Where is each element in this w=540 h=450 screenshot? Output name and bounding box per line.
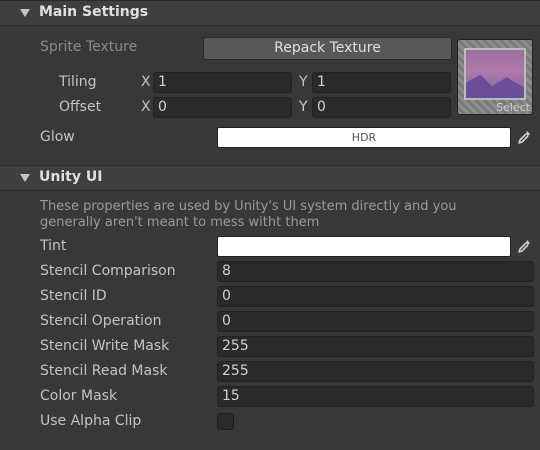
unity-ui-header[interactable]: Unity UI: [0, 165, 540, 191]
tiling-x-axis-label: X: [141, 74, 151, 90]
foldout-triangle-icon[interactable]: [20, 174, 30, 182]
glow-eyedropper-icon[interactable]: [514, 127, 534, 148]
stencil-comparison-label: Stencil Comparison: [40, 263, 176, 279]
color-mask-label: Color Mask: [40, 388, 118, 404]
offset-x-axis-label: X: [141, 99, 151, 115]
stencil-id-field[interactable]: 0: [217, 286, 534, 307]
offset-x-field[interactable]: 0: [153, 97, 292, 118]
offset-label: Offset: [59, 99, 102, 115]
stencil-comparison-field[interactable]: 8: [217, 261, 534, 282]
glow-label: Glow: [40, 129, 75, 145]
offset-y-field[interactable]: 0: [312, 97, 451, 118]
stencil-write-mask-label: Stencil Write Mask: [40, 338, 170, 354]
tint-color-field[interactable]: [217, 236, 511, 257]
main-settings-header[interactable]: Main Settings: [0, 0, 540, 26]
repack-texture-button[interactable]: Repack Texture: [203, 37, 452, 60]
use-alpha-clip-label: Use Alpha Clip: [40, 413, 142, 429]
texture-thumbnail[interactable]: Select: [457, 39, 533, 115]
use-alpha-clip-checkbox[interactable]: [217, 413, 234, 430]
tiling-label: Tiling: [59, 74, 97, 90]
hdr-badge: HDR: [351, 131, 377, 144]
texture-select-label[interactable]: Select: [496, 101, 530, 114]
offset-y-axis-label: Y: [299, 99, 308, 115]
stencil-write-mask-field[interactable]: 255: [217, 336, 534, 357]
tiling-y-field[interactable]: 1: [312, 72, 451, 93]
foldout-triangle-icon[interactable]: [20, 9, 30, 17]
stencil-read-mask-field[interactable]: 255: [217, 361, 534, 382]
sprite-texture-label: Sprite Texture: [40, 39, 138, 55]
stencil-id-label: Stencil ID: [40, 288, 107, 304]
main-settings-title: Main Settings: [39, 4, 149, 20]
tint-label: Tint: [40, 238, 67, 254]
stencil-operation-label: Stencil Operation: [40, 313, 162, 329]
tint-eyedropper-icon[interactable]: [514, 236, 534, 257]
glow-color-field[interactable]: HDR: [217, 127, 511, 148]
tiling-y-axis-label: Y: [299, 74, 308, 90]
unity-ui-title: Unity UI: [39, 169, 103, 185]
unity-ui-description: These properties are used by Unity's UI …: [40, 199, 457, 230]
color-mask-field[interactable]: 15: [217, 386, 534, 407]
stencil-operation-field[interactable]: 0: [217, 311, 534, 332]
tiling-x-field[interactable]: 1: [153, 72, 292, 93]
texture-preview-image: [464, 48, 526, 100]
stencil-read-mask-label: Stencil Read Mask: [40, 363, 168, 379]
